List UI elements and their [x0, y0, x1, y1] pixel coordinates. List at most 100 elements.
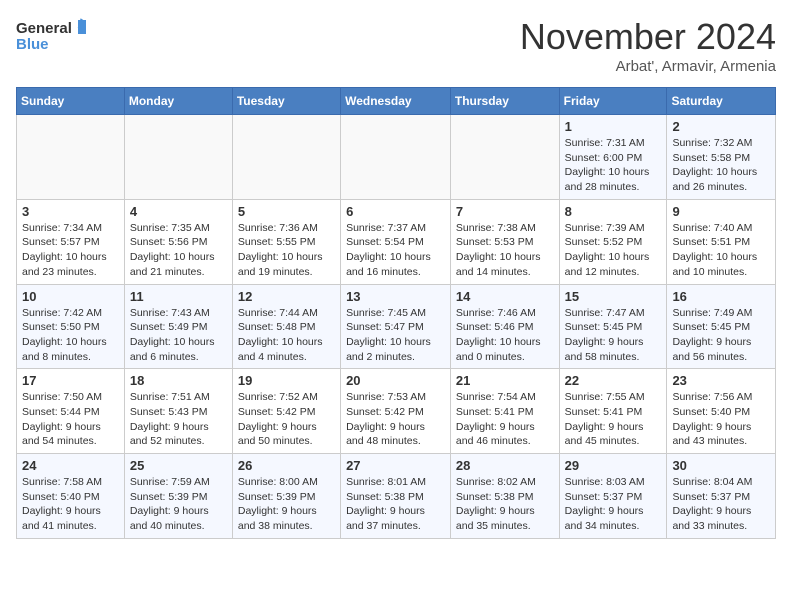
calendar-cell: 4Sunrise: 7:35 AMSunset: 5:56 PMDaylight…: [124, 199, 232, 284]
calendar-cell: 24 Sunrise: 7:58 AMSunset: 5:40 PMDayligh…: [17, 454, 125, 539]
calendar-cell: [232, 115, 340, 200]
day-number: 11: [130, 289, 227, 304]
calendar-cell: 29 Sunrise: 8:03 AMSunset: 5:37 PMDayligh…: [559, 454, 667, 539]
calendar-cell: 15 Sunrise: 7:47 AMSunset: 5:45 PMDayligh…: [559, 284, 667, 369]
day-info: Sunrise: 8:04 AMSunset: 5:37 PMDaylight:…: [672, 475, 770, 534]
calendar-cell: 27 Sunrise: 8:01 AMSunset: 5:38 PMDayligh…: [341, 454, 451, 539]
day-number: 4: [130, 204, 227, 219]
day-info: Sunrise: 7:56 AMSunset: 5:40 PMDaylight:…: [672, 390, 770, 449]
calendar-cell: 11 Sunrise: 7:43 AMSunset: 5:49 PMDayligh…: [124, 284, 232, 369]
day-number: 23: [672, 373, 770, 388]
calendar-week-row: 1 Sunrise: 7:31 AMSunset: 6:00 PMDaylight…: [17, 115, 776, 200]
day-info: Sunrise: 7:53 AMSunset: 5:42 PMDaylight:…: [346, 390, 445, 449]
calendar-cell: 18 Sunrise: 7:51 AMSunset: 5:43 PMDayligh…: [124, 369, 232, 454]
day-info: Sunrise: 7:34 AMSunset: 5:57 PMDaylight:…: [22, 221, 119, 280]
day-info: Sunrise: 7:37 AMSunset: 5:54 PMDaylight:…: [346, 221, 445, 280]
location: Arbat', Armavir, Armenia: [520, 58, 776, 75]
calendar-table: SundayMondayTuesdayWednesdayThursdayFrid…: [16, 87, 776, 539]
day-number: 28: [456, 458, 554, 473]
day-number: 1: [565, 119, 662, 134]
weekday-header: Monday: [124, 88, 232, 115]
calendar-cell: 14 Sunrise: 7:46 AMSunset: 5:46 PMDayligh…: [450, 284, 559, 369]
calendar-week-row: 24 Sunrise: 7:58 AMSunset: 5:40 PMDayligh…: [17, 454, 776, 539]
day-number: 12: [238, 289, 335, 304]
calendar-cell: 13Sunrise: 7:45 AMSunset: 5:47 PMDayligh…: [341, 284, 451, 369]
day-number: 7: [456, 204, 554, 219]
calendar-cell: 5Sunrise: 7:36 AMSunset: 5:55 PMDaylight…: [232, 199, 340, 284]
day-info: Sunrise: 8:03 AMSunset: 5:37 PMDaylight:…: [565, 475, 662, 534]
calendar-cell: 16 Sunrise: 7:49 AMSunset: 5:45 PMDayligh…: [667, 284, 776, 369]
day-info: Sunrise: 7:32 AMSunset: 5:58 PMDaylight:…: [672, 136, 770, 195]
day-number: 18: [130, 373, 227, 388]
weekday-header: Thursday: [450, 88, 559, 115]
calendar-cell: 8Sunrise: 7:39 AMSunset: 5:52 PMDaylight…: [559, 199, 667, 284]
day-info: Sunrise: 7:43 AMSunset: 5:49 PMDaylight:…: [130, 306, 227, 365]
calendar-cell: 19Sunrise: 7:52 AMSunset: 5:42 PMDayligh…: [232, 369, 340, 454]
day-info: Sunrise: 7:55 AMSunset: 5:41 PMDaylight:…: [565, 390, 662, 449]
calendar-cell: 20 Sunrise: 7:53 AMSunset: 5:42 PMDayligh…: [341, 369, 451, 454]
weekday-header: Sunday: [17, 88, 125, 115]
day-info: Sunrise: 7:40 AMSunset: 5:51 PMDaylight:…: [672, 221, 770, 280]
day-number: 21: [456, 373, 554, 388]
day-number: 26: [238, 458, 335, 473]
calendar-cell: 25 Sunrise: 7:59 AMSunset: 5:39 PMDayligh…: [124, 454, 232, 539]
weekday-header: Tuesday: [232, 88, 340, 115]
day-number: 17: [22, 373, 119, 388]
day-number: 2: [672, 119, 770, 134]
weekday-header: Saturday: [667, 88, 776, 115]
calendar-cell: 6 Sunrise: 7:37 AMSunset: 5:54 PMDaylight…: [341, 199, 451, 284]
day-info: Sunrise: 7:31 AMSunset: 6:00 PMDaylight:…: [565, 136, 662, 195]
calendar-week-row: 17Sunrise: 7:50 AMSunset: 5:44 PMDayligh…: [17, 369, 776, 454]
day-info: Sunrise: 7:46 AMSunset: 5:46 PMDaylight:…: [456, 306, 554, 365]
day-info: Sunrise: 7:54 AMSunset: 5:41 PMDaylight:…: [456, 390, 554, 449]
calendar-cell: [17, 115, 125, 200]
calendar-cell: 2 Sunrise: 7:32 AMSunset: 5:58 PMDaylight…: [667, 115, 776, 200]
calendar-cell: [450, 115, 559, 200]
calendar-cell: 1 Sunrise: 7:31 AMSunset: 6:00 PMDaylight…: [559, 115, 667, 200]
day-number: 15: [565, 289, 662, 304]
day-info: Sunrise: 7:49 AMSunset: 5:45 PMDaylight:…: [672, 306, 770, 365]
logo: General Blue: [16, 16, 86, 56]
calendar-cell: 3 Sunrise: 7:34 AMSunset: 5:57 PMDaylight…: [17, 199, 125, 284]
calendar-cell: 28 Sunrise: 8:02 AMSunset: 5:38 PMDayligh…: [450, 454, 559, 539]
calendar-cell: [341, 115, 451, 200]
day-number: 20: [346, 373, 445, 388]
calendar-cell: 21 Sunrise: 7:54 AMSunset: 5:41 PMDayligh…: [450, 369, 559, 454]
day-number: 3: [22, 204, 119, 219]
day-number: 29: [565, 458, 662, 473]
calendar-cell: 26 Sunrise: 8:00 AMSunset: 5:39 PMDayligh…: [232, 454, 340, 539]
day-info: Sunrise: 8:00 AMSunset: 5:39 PMDaylight:…: [238, 475, 335, 534]
day-info: Sunrise: 7:59 AMSunset: 5:39 PMDaylight:…: [130, 475, 227, 534]
month-title: November 2024: [520, 16, 776, 58]
day-number: 13: [346, 289, 445, 304]
day-info: Sunrise: 7:58 AMSunset: 5:40 PMDaylight:…: [22, 475, 119, 534]
day-info: Sunrise: 8:01 AMSunset: 5:38 PMDaylight:…: [346, 475, 445, 534]
day-info: Sunrise: 7:47 AMSunset: 5:45 PMDaylight:…: [565, 306, 662, 365]
day-number: 24: [22, 458, 119, 473]
calendar-week-row: 3 Sunrise: 7:34 AMSunset: 5:57 PMDaylight…: [17, 199, 776, 284]
day-info: Sunrise: 7:39 AMSunset: 5:52 PMDaylight:…: [565, 221, 662, 280]
calendar-cell: 12Sunrise: 7:44 AMSunset: 5:48 PMDayligh…: [232, 284, 340, 369]
weekday-header: Wednesday: [341, 88, 451, 115]
day-number: 6: [346, 204, 445, 219]
calendar-cell: 10Sunrise: 7:42 AMSunset: 5:50 PMDayligh…: [17, 284, 125, 369]
calendar-cell: 9Sunrise: 7:40 AMSunset: 5:51 PMDaylight…: [667, 199, 776, 284]
calendar-cell: [124, 115, 232, 200]
page-header: General Blue November 2024 Arbat', Armav…: [16, 16, 776, 75]
day-number: 16: [672, 289, 770, 304]
day-info: Sunrise: 7:36 AMSunset: 5:55 PMDaylight:…: [238, 221, 335, 280]
day-info: Sunrise: 7:38 AMSunset: 5:53 PMDaylight:…: [456, 221, 554, 280]
calendar-cell: 22 Sunrise: 7:55 AMSunset: 5:41 PMDayligh…: [559, 369, 667, 454]
day-number: 22: [565, 373, 662, 388]
day-number: 30: [672, 458, 770, 473]
day-number: 14: [456, 289, 554, 304]
calendar-week-row: 10Sunrise: 7:42 AMSunset: 5:50 PMDayligh…: [17, 284, 776, 369]
day-info: Sunrise: 7:51 AMSunset: 5:43 PMDaylight:…: [130, 390, 227, 449]
svg-text:General: General: [16, 20, 72, 37]
day-info: Sunrise: 8:02 AMSunset: 5:38 PMDaylight:…: [456, 475, 554, 534]
day-number: 27: [346, 458, 445, 473]
day-info: Sunrise: 7:42 AMSunset: 5:50 PMDaylight:…: [22, 306, 119, 365]
day-number: 25: [130, 458, 227, 473]
logo-svg: General Blue: [16, 16, 86, 56]
weekday-header: Friday: [559, 88, 667, 115]
